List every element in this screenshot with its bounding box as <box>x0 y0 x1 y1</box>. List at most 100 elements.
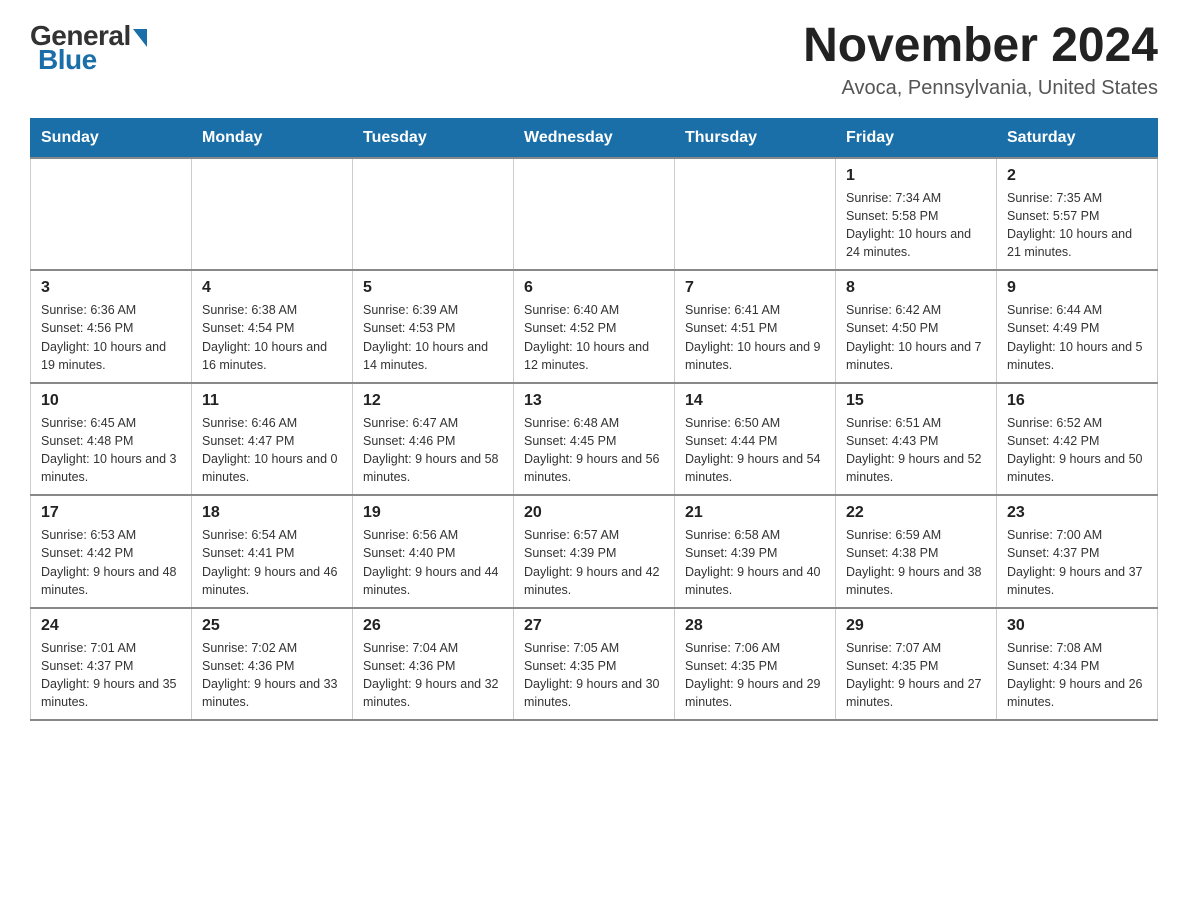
calendar-cell: 26 Sunrise: 7:04 AM Sunset: 4:36 PM Dayli… <box>353 608 514 721</box>
calendar-cell: 4 Sunrise: 6:38 AM Sunset: 4:54 PM Daylig… <box>192 270 353 383</box>
weekday-header: Thursday <box>675 118 836 158</box>
day-number: 11 <box>202 392 342 410</box>
day-number: 16 <box>1007 392 1147 410</box>
day-info: Sunrise: 6:45 AM Sunset: 4:48 PM Dayligh… <box>41 414 181 487</box>
weekday-header: Saturday <box>997 118 1158 158</box>
calendar-cell: 30 Sunrise: 7:08 AM Sunset: 4:34 PM Dayli… <box>997 608 1158 721</box>
calendar-cell: 18Sunrise: 6:54 AM Sunset: 4:41 PM Dayli… <box>192 495 353 608</box>
calendar-cell: 15Sunrise: 6:51 AM Sunset: 4:43 PM Dayli… <box>836 383 997 496</box>
day-number: 28 <box>685 617 825 635</box>
day-info: Sunrise: 6:56 AM Sunset: 4:40 PM Dayligh… <box>363 526 503 599</box>
day-info: Sunrise: 6:54 AM Sunset: 4:41 PM Dayligh… <box>202 526 342 599</box>
calendar-cell: 25Sunrise: 7:02 AM Sunset: 4:36 PM Dayli… <box>192 608 353 721</box>
day-info: Sunrise: 6:38 AM Sunset: 4:54 PM Dayligh… <box>202 301 342 374</box>
day-number: 6 <box>524 279 664 297</box>
calendar-week-row: 24 Sunrise: 7:01 AM Sunset: 4:37 PM Dayli… <box>31 608 1158 721</box>
day-number: 20 <box>524 504 664 522</box>
day-number: 12 <box>363 392 503 410</box>
day-number: 1 <box>846 167 986 185</box>
weekday-header: Tuesday <box>353 118 514 158</box>
weekday-header: Monday <box>192 118 353 158</box>
day-info: Sunrise: 6:50 AM Sunset: 4:44 PM Dayligh… <box>685 414 825 487</box>
calendar-cell: 1 Sunrise: 7:34 AM Sunset: 5:58 PM Daylig… <box>836 158 997 271</box>
day-number: 14 <box>685 392 825 410</box>
calendar-cell: 7 Sunrise: 6:41 AM Sunset: 4:51 PM Daylig… <box>675 270 836 383</box>
page-title: November 2024 <box>803 20 1158 73</box>
day-info: Sunrise: 7:04 AM Sunset: 4:36 PM Dayligh… <box>363 639 503 712</box>
day-info: Sunrise: 6:47 AM Sunset: 4:46 PM Dayligh… <box>363 414 503 487</box>
day-number: 4 <box>202 279 342 297</box>
day-number: 7 <box>685 279 825 297</box>
logo-arrow-icon <box>133 29 147 47</box>
calendar-cell: 19 Sunrise: 6:56 AM Sunset: 4:40 PM Dayli… <box>353 495 514 608</box>
weekday-header: Wednesday <box>514 118 675 158</box>
calendar-cell: 24 Sunrise: 7:01 AM Sunset: 4:37 PM Dayli… <box>31 608 192 721</box>
day-info: Sunrise: 6:44 AM Sunset: 4:49 PM Dayligh… <box>1007 301 1147 374</box>
calendar-cell: 28 Sunrise: 7:06 AM Sunset: 4:35 PM Dayli… <box>675 608 836 721</box>
day-info: Sunrise: 7:08 AM Sunset: 4:34 PM Dayligh… <box>1007 639 1147 712</box>
calendar-cell: 16 Sunrise: 6:52 AM Sunset: 4:42 PM Dayli… <box>997 383 1158 496</box>
calendar-cell <box>675 158 836 271</box>
title-area: November 2024 Avoca, Pennsylvania, Unite… <box>803 20 1158 100</box>
day-number: 8 <box>846 279 986 297</box>
day-number: 23 <box>1007 504 1147 522</box>
day-number: 9 <box>1007 279 1147 297</box>
day-info: Sunrise: 7:07 AM Sunset: 4:35 PM Dayligh… <box>846 639 986 712</box>
day-number: 19 <box>363 504 503 522</box>
day-info: Sunrise: 6:48 AM Sunset: 4:45 PM Dayligh… <box>524 414 664 487</box>
day-number: 21 <box>685 504 825 522</box>
calendar-header-row: SundayMondayTuesdayWednesdayThursdayFrid… <box>31 118 1158 158</box>
day-number: 15 <box>846 392 986 410</box>
day-info: Sunrise: 6:36 AM Sunset: 4:56 PM Dayligh… <box>41 301 181 374</box>
day-info: Sunrise: 6:58 AM Sunset: 4:39 PM Dayligh… <box>685 526 825 599</box>
day-number: 26 <box>363 617 503 635</box>
day-info: Sunrise: 7:01 AM Sunset: 4:37 PM Dayligh… <box>41 639 181 712</box>
header: General Blue November 2024 Avoca, Pennsy… <box>30 20 1158 100</box>
day-info: Sunrise: 6:39 AM Sunset: 4:53 PM Dayligh… <box>363 301 503 374</box>
calendar-week-row: 17Sunrise: 6:53 AM Sunset: 4:42 PM Dayli… <box>31 495 1158 608</box>
calendar-cell: 14 Sunrise: 6:50 AM Sunset: 4:44 PM Dayli… <box>675 383 836 496</box>
calendar-cell <box>514 158 675 271</box>
calendar-cell: 23 Sunrise: 7:00 AM Sunset: 4:37 PM Dayli… <box>997 495 1158 608</box>
calendar-cell: 11 Sunrise: 6:46 AM Sunset: 4:47 PM Dayli… <box>192 383 353 496</box>
day-info: Sunrise: 7:05 AM Sunset: 4:35 PM Dayligh… <box>524 639 664 712</box>
calendar-cell <box>192 158 353 271</box>
calendar-cell: 10 Sunrise: 6:45 AM Sunset: 4:48 PM Dayli… <box>31 383 192 496</box>
day-number: 30 <box>1007 617 1147 635</box>
calendar-cell <box>353 158 514 271</box>
calendar-week-row: 3Sunrise: 6:36 AM Sunset: 4:56 PM Daylig… <box>31 270 1158 383</box>
calendar-cell <box>31 158 192 271</box>
day-info: Sunrise: 7:34 AM Sunset: 5:58 PM Dayligh… <box>846 189 986 262</box>
day-number: 29 <box>846 617 986 635</box>
page-subtitle: Avoca, Pennsylvania, United States <box>803 77 1158 100</box>
calendar-cell: 21 Sunrise: 6:58 AM Sunset: 4:39 PM Dayli… <box>675 495 836 608</box>
calendar-cell: 27Sunrise: 7:05 AM Sunset: 4:35 PM Dayli… <box>514 608 675 721</box>
day-info: Sunrise: 6:40 AM Sunset: 4:52 PM Dayligh… <box>524 301 664 374</box>
day-info: Sunrise: 7:06 AM Sunset: 4:35 PM Dayligh… <box>685 639 825 712</box>
weekday-header: Sunday <box>31 118 192 158</box>
logo: General Blue <box>30 20 147 76</box>
day-info: Sunrise: 6:52 AM Sunset: 4:42 PM Dayligh… <box>1007 414 1147 487</box>
calendar-cell: 29 Sunrise: 7:07 AM Sunset: 4:35 PM Dayli… <box>836 608 997 721</box>
calendar-cell: 8 Sunrise: 6:42 AM Sunset: 4:50 PM Daylig… <box>836 270 997 383</box>
calendar-week-row: 10 Sunrise: 6:45 AM Sunset: 4:48 PM Dayli… <box>31 383 1158 496</box>
logo-blue-text: Blue <box>34 44 97 76</box>
day-number: 13 <box>524 392 664 410</box>
day-info: Sunrise: 6:59 AM Sunset: 4:38 PM Dayligh… <box>846 526 986 599</box>
day-info: Sunrise: 6:42 AM Sunset: 4:50 PM Dayligh… <box>846 301 986 374</box>
calendar-cell: 22Sunrise: 6:59 AM Sunset: 4:38 PM Dayli… <box>836 495 997 608</box>
day-info: Sunrise: 6:57 AM Sunset: 4:39 PM Dayligh… <box>524 526 664 599</box>
calendar-cell: 9 Sunrise: 6:44 AM Sunset: 4:49 PM Daylig… <box>997 270 1158 383</box>
calendar-cell: 2Sunrise: 7:35 AM Sunset: 5:57 PM Daylig… <box>997 158 1158 271</box>
day-info: Sunrise: 6:46 AM Sunset: 4:47 PM Dayligh… <box>202 414 342 487</box>
weekday-header: Friday <box>836 118 997 158</box>
day-number: 10 <box>41 392 181 410</box>
calendar-cell: 6 Sunrise: 6:40 AM Sunset: 4:52 PM Daylig… <box>514 270 675 383</box>
day-info: Sunrise: 7:00 AM Sunset: 4:37 PM Dayligh… <box>1007 526 1147 599</box>
day-info: Sunrise: 6:41 AM Sunset: 4:51 PM Dayligh… <box>685 301 825 374</box>
calendar-cell: 20 Sunrise: 6:57 AM Sunset: 4:39 PM Dayli… <box>514 495 675 608</box>
day-info: Sunrise: 7:02 AM Sunset: 4:36 PM Dayligh… <box>202 639 342 712</box>
day-number: 24 <box>41 617 181 635</box>
calendar-table: SundayMondayTuesdayWednesdayThursdayFrid… <box>30 118 1158 722</box>
calendar-cell: 3Sunrise: 6:36 AM Sunset: 4:56 PM Daylig… <box>31 270 192 383</box>
